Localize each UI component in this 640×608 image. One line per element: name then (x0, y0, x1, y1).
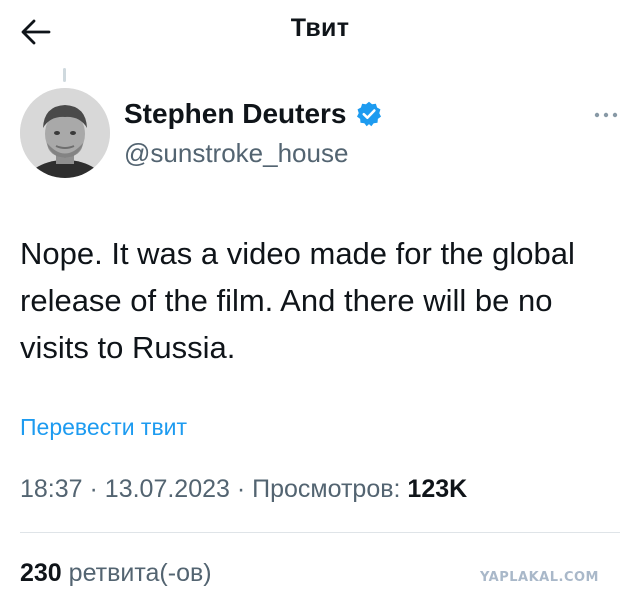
meta-separator: · (89, 475, 98, 503)
tweet-time[interactable]: 18:37 (20, 475, 83, 503)
author-name-row[interactable]: Stephen Deuters (124, 98, 383, 130)
meta-separator: · (236, 475, 246, 503)
thread-connector-line (63, 68, 66, 82)
divider (20, 532, 620, 533)
retweets-count: 230 (20, 559, 62, 587)
tweet-metadata: 18:37 · 13.07.2023 · Просмотров: 123K (20, 475, 467, 504)
more-dots-icon (594, 112, 618, 118)
retweets-stat[interactable]: 230 ретвита(-ов) (20, 559, 212, 588)
avatar-photo (20, 88, 110, 178)
avatar[interactable] (20, 88, 110, 178)
verified-badge-icon (356, 101, 381, 127)
author-handle[interactable]: @sunstroke_house (124, 138, 348, 169)
top-bar: Твит (0, 0, 640, 64)
retweets-label: ретвита(-ов) (68, 559, 212, 587)
views-count: 123K (407, 475, 468, 503)
more-options-button[interactable] (588, 102, 624, 128)
author-name: Stephen Deuters (124, 98, 347, 129)
translate-tweet-link[interactable]: Перевести твит (20, 414, 187, 441)
watermark: YAPLAKAL.COM (480, 570, 599, 585)
tweet-text: Nope. It was a video made for the global… (20, 236, 575, 365)
page-title: Твит (290, 14, 350, 42)
tweet-date[interactable]: 13.07.2023 (105, 475, 230, 503)
views-label: Просмотров: (252, 475, 401, 503)
